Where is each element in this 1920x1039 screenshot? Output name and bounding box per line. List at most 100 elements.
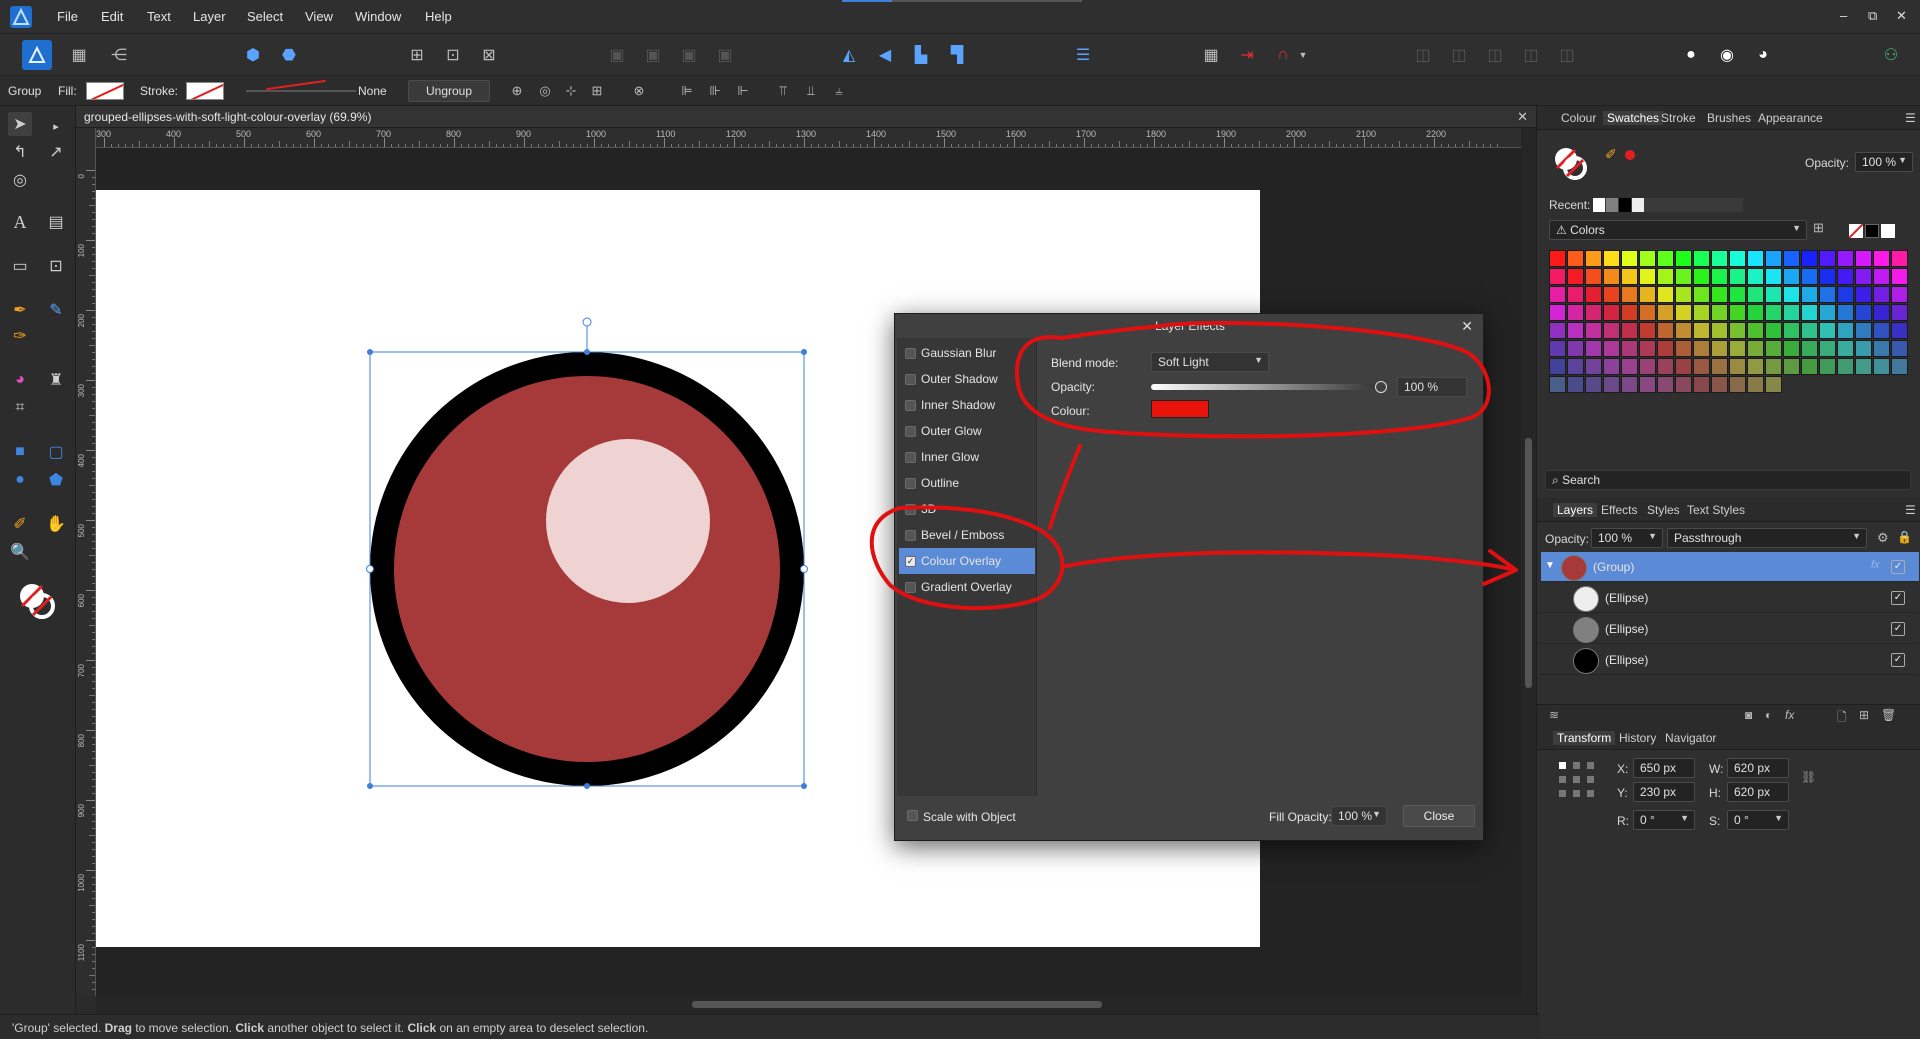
palette-swatch[interactable] <box>1567 286 1584 303</box>
black-swatch[interactable] <box>1865 224 1879 238</box>
palette-swatch[interactable] <box>1729 250 1746 267</box>
effect-checkbox[interactable] <box>905 582 916 593</box>
palette-swatch[interactable] <box>1675 250 1692 267</box>
palette-swatch[interactable] <box>1585 304 1602 321</box>
palette-swatch[interactable] <box>1567 250 1584 267</box>
pen-tool-icon[interactable]: ✒ <box>8 298 32 322</box>
layer-settings-icon[interactable]: ⚙ <box>1877 530 1889 546</box>
palette-swatch[interactable] <box>1711 340 1728 357</box>
blend-mode-select[interactable]: Soft Light ▼ <box>1151 352 1269 372</box>
palette-swatch[interactable] <box>1783 286 1800 303</box>
scale-with-object-checkbox[interactable] <box>907 810 918 821</box>
palette-swatch[interactable] <box>1711 268 1728 285</box>
palette-swatch[interactable] <box>1675 358 1692 375</box>
palette-swatch[interactable] <box>1837 286 1854 303</box>
palette-swatch[interactable] <box>1891 322 1908 339</box>
palette-swatch[interactable] <box>1783 268 1800 285</box>
tab-text-styles[interactable]: Text Styles <box>1687 503 1745 517</box>
palette-swatch[interactable] <box>1639 250 1656 267</box>
palette-swatch[interactable] <box>1801 358 1818 375</box>
palette-swatch[interactable] <box>1837 322 1854 339</box>
palette-swatch[interactable] <box>1819 250 1836 267</box>
palette-swatch[interactable] <box>1549 250 1566 267</box>
palette-swatch[interactable] <box>1693 268 1710 285</box>
palette-swatch[interactable] <box>1891 304 1908 321</box>
h-input[interactable]: 620 px <box>1727 782 1789 802</box>
palette-swatch[interactable] <box>1657 340 1674 357</box>
opacity-input[interactable]: 100 % <box>1397 377 1467 397</box>
tab-effects[interactable]: Effects <box>1601 503 1637 517</box>
palette-swatch[interactable] <box>1711 286 1728 303</box>
close-window-icon[interactable]: ✕ <box>1896 8 1907 24</box>
palette-swatch[interactable] <box>1639 286 1656 303</box>
palette-swatch[interactable] <box>1675 322 1692 339</box>
tab-navigator[interactable]: Navigator <box>1665 731 1716 745</box>
palette-swatch[interactable] <box>1567 376 1584 393</box>
palette-select[interactable]: ⚠ Colors ▼ <box>1549 220 1807 240</box>
palette-swatch[interactable] <box>1801 250 1818 267</box>
palette-swatch[interactable] <box>1873 340 1890 357</box>
palette-swatch[interactable] <box>1891 340 1908 357</box>
order-front-icon[interactable]: ▣ <box>712 42 738 68</box>
menu-edit[interactable]: Edit <box>101 9 123 24</box>
y-input[interactable]: 230 px <box>1633 782 1695 802</box>
clip-icon[interactable]: ◉ <box>1714 42 1740 68</box>
palette-swatch[interactable] <box>1585 250 1602 267</box>
palette-swatch[interactable] <box>1855 250 1872 267</box>
palette-swatch[interactable] <box>1567 358 1584 375</box>
layer-fx-icon[interactable]: fx <box>1871 559 1880 571</box>
ellipse-tool-icon[interactable]: ● <box>8 468 32 492</box>
flip-vertical-icon[interactable]: ◀ <box>872 42 898 68</box>
snap-options-chevron-icon[interactable]: ▼ <box>1296 42 1310 68</box>
rotate-right-icon[interactable]: ▜ <box>944 42 970 68</box>
palette-swatch[interactable] <box>1585 268 1602 285</box>
vertical-scroll-thumb[interactable] <box>1525 438 1532 688</box>
layer-visibility-checkbox[interactable]: ✓ <box>1891 653 1905 667</box>
menu-help[interactable]: Help <box>425 9 452 24</box>
align-right-icon[interactable]: ⊩ <box>734 82 752 100</box>
palette-swatch[interactable] <box>1765 376 1782 393</box>
palette-swatch[interactable] <box>1621 322 1638 339</box>
transform-origin-icon[interactable]: ⊕ <box>508 82 526 100</box>
palette-swatch[interactable] <box>1621 250 1638 267</box>
swatch-opacity-input[interactable]: 100 % ▼ <box>1855 152 1913 172</box>
artistic-text-tool-icon[interactable]: A <box>8 210 32 234</box>
palette-swatch[interactable] <box>1765 286 1782 303</box>
palette-swatch[interactable] <box>1855 304 1872 321</box>
effect-checkbox[interactable] <box>905 374 916 385</box>
palette-swatch[interactable] <box>1621 268 1638 285</box>
vector-crop-tool-icon[interactable]: ⊡ <box>44 254 68 278</box>
palette-swatch[interactable] <box>1801 268 1818 285</box>
palette-swatch[interactable] <box>1891 286 1908 303</box>
align-top-icon[interactable]: ⫪ <box>774 82 792 100</box>
palette-swatch[interactable] <box>1729 358 1746 375</box>
menu-window[interactable]: Window <box>355 9 401 24</box>
x-input[interactable]: 650 px <box>1633 758 1695 778</box>
palette-swatch[interactable] <box>1657 322 1674 339</box>
palette-swatch[interactable] <box>1837 304 1854 321</box>
delete-layer-icon[interactable]: 🗑 <box>1881 708 1896 722</box>
align-bottom-icon[interactable]: ⫨ <box>830 82 848 100</box>
effect-gradient-overlay[interactable]: Gradient Overlay <box>899 574 1035 600</box>
palette-swatch[interactable] <box>1585 376 1602 393</box>
grid-snap-icon[interactable]: ▦ <box>1198 42 1224 68</box>
palette-swatch[interactable] <box>1549 340 1566 357</box>
order-forward-icon[interactable]: ▣ <box>676 42 702 68</box>
palette-swatch[interactable] <box>1819 340 1836 357</box>
white-swatch[interactable] <box>1881 224 1895 238</box>
palette-swatch[interactable] <box>1801 322 1818 339</box>
order-backward-icon[interactable]: ▣ <box>640 42 666 68</box>
palette-swatch[interactable] <box>1855 268 1872 285</box>
palette-swatch[interactable] <box>1783 250 1800 267</box>
hand-tool-icon[interactable]: ✋ <box>44 512 68 536</box>
order-back-icon[interactable]: ▣ <box>604 42 630 68</box>
effect-checkbox[interactable] <box>905 452 916 463</box>
polygon-tool-icon[interactable]: ⬟ <box>44 468 68 492</box>
palette-swatch[interactable] <box>1657 304 1674 321</box>
minimize-icon[interactable]: – <box>1840 8 1847 23</box>
transparency-tool-icon[interactable]: ♜ <box>44 368 68 392</box>
palette-swatch[interactable] <box>1819 322 1836 339</box>
resize-icon[interactable]: ⊞ <box>588 82 606 100</box>
palette-swatch[interactable] <box>1675 376 1692 393</box>
fill-swatch[interactable] <box>86 82 124 100</box>
